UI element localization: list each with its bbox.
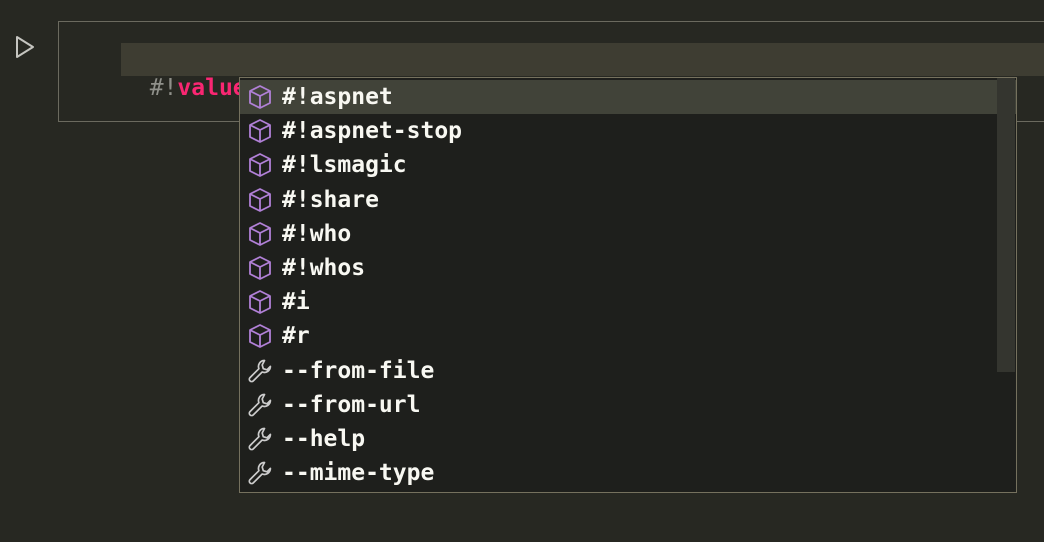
cube-icon: [247, 255, 273, 281]
play-icon: [16, 36, 34, 58]
suggestion-scrollbar[interactable]: [997, 78, 1015, 372]
suggestion-item[interactable]: #r: [240, 319, 1016, 353]
suggestion-label: #!whos: [282, 255, 366, 281]
code-editor-line[interactable]: #!value: [122, 46, 247, 102]
suggestion-label: --from-file: [282, 357, 435, 384]
run-cell-button[interactable]: [14, 35, 36, 59]
wrench-icon: [247, 358, 273, 384]
cube-icon: [247, 187, 273, 213]
suggestion-item[interactable]: #!lsmagic: [240, 148, 1016, 182]
cube-icon: [247, 118, 273, 144]
suggestion-label: #!aspnet: [282, 84, 393, 110]
suggestion-item[interactable]: #!whos: [240, 251, 1016, 285]
suggestion-label: --from-url: [282, 391, 421, 418]
suggestion-widget[interactable]: #!aspnet #!aspnet-stop #!lsmagic #!share #!w…: [239, 77, 1017, 493]
suggestion-item[interactable]: #!aspnet: [240, 80, 1016, 114]
suggestion-item[interactable]: #!aspnet-stop: [240, 114, 1016, 148]
suggestion-label: #!who: [282, 220, 352, 247]
suggestion-label: #r: [282, 323, 310, 350]
cube-icon: [247, 323, 273, 349]
suggestion-item[interactable]: --from-file: [240, 354, 1016, 388]
suggestion-item[interactable]: #!who: [240, 217, 1016, 251]
suggestion-label: #!aspnet-stop: [282, 118, 463, 145]
suggestion-label: #i: [282, 289, 310, 316]
suggestion-label: --mime-type: [282, 460, 435, 487]
wrench-icon: [247, 426, 273, 452]
wrench-icon: [247, 460, 273, 486]
cube-icon: [247, 152, 273, 178]
cube-icon: [247, 84, 273, 110]
cube-icon: [247, 289, 273, 315]
suggestion-label: #!share: [282, 186, 379, 213]
suggestion-item[interactable]: #i: [240, 285, 1016, 319]
suggestion-label: #!lsmagic: [282, 152, 407, 179]
suggestion-item[interactable]: #!share: [240, 183, 1016, 217]
wrench-icon: [247, 392, 273, 418]
suggestion-item[interactable]: --help: [240, 422, 1016, 456]
suggestion-label: --help: [282, 426, 366, 452]
directive-prefix: #!: [149, 75, 178, 101]
cube-icon: [247, 221, 273, 247]
current-line-highlight: [121, 43, 1044, 76]
suggestion-item[interactable]: --mime-type: [240, 456, 1016, 490]
suggestion-item[interactable]: --from-url: [240, 388, 1016, 422]
typed-text: value: [177, 75, 247, 101]
